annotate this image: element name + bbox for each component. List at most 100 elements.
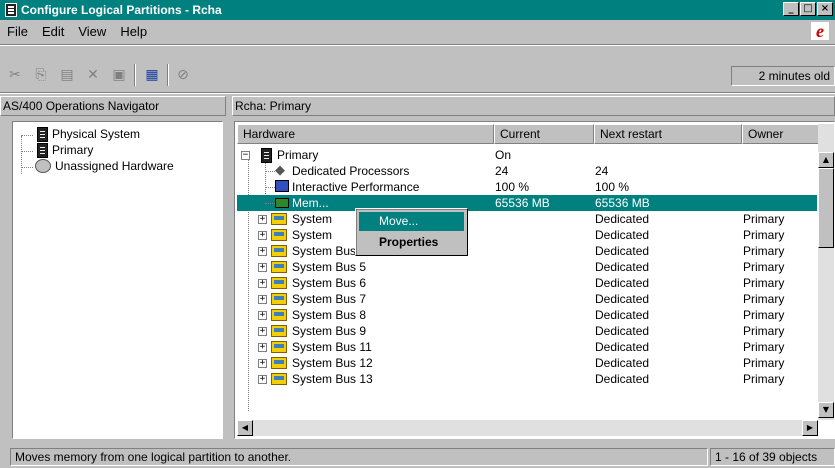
menu-item-properties[interactable]: Properties (359, 233, 464, 252)
server-icon (261, 148, 272, 163)
next-restart-value: Dedicated (595, 292, 650, 306)
column-header-current[interactable]: Current (494, 124, 594, 144)
properties-icon[interactable]: ▣ (108, 64, 130, 86)
owner-value: Primary (743, 372, 785, 386)
expand-icon[interactable]: + (258, 311, 267, 320)
expand-icon[interactable]: + (258, 215, 267, 224)
next-restart-value: Dedicated (595, 356, 650, 370)
bus-icon (271, 261, 287, 273)
table-row[interactable]: + System Bus 6 Dedicated Primary (237, 275, 817, 291)
toolbar: ✂ ⎘ ▤ ✕ ▣ ▦ ⊘ (0, 58, 835, 92)
copy-icon[interactable]: ⎘ (30, 64, 52, 86)
hardware-name: System Bus 11 (292, 340, 372, 354)
tree-item-physical-system[interactable]: Physical System (35, 126, 140, 142)
delete-icon[interactable]: ✕ (82, 64, 104, 86)
table-row[interactable]: + System Bus 5 Dedicated Primary (237, 259, 817, 275)
expand-icon[interactable]: + (258, 327, 267, 336)
toolbar-separator-line (0, 92, 835, 94)
current-value: 100 % (495, 180, 530, 194)
expand-icon[interactable]: + (258, 279, 267, 288)
hardware-name: Primary (277, 148, 319, 162)
table-row[interactable]: + System Bus 4 Dedicated Primary (237, 243, 817, 259)
window-title: Configure Logical Partitions - Rcha (21, 3, 222, 17)
next-restart-value: 65536 MB (595, 196, 650, 210)
hardware-name: System (292, 228, 333, 242)
cut-icon[interactable]: ✂ (4, 64, 26, 86)
table-row[interactable]: + System Dedicated Primary (237, 211, 817, 227)
stop-icon[interactable]: ⊘ (172, 64, 194, 86)
server-icon (37, 126, 48, 142)
column-header-owner[interactable]: Owner (742, 124, 822, 144)
expand-icon[interactable]: + (258, 295, 267, 304)
hardware-name: Mem... (292, 196, 329, 210)
bus-icon (271, 277, 287, 289)
tree-item-unassigned-hardware[interactable]: Unassigned Hardware (35, 158, 174, 174)
owner-value: Primary (743, 340, 785, 354)
scroll-up-icon[interactable]: ▲ (818, 152, 834, 168)
next-restart-value: Dedicated (595, 260, 650, 274)
memory-icon (275, 198, 289, 208)
title-bar[interactable]: Configure Logical Partitions - Rcha _ □ … (0, 0, 835, 20)
bus-icon (271, 293, 287, 305)
menu-file[interactable]: File (0, 24, 35, 39)
table-row[interactable]: + System Bus 7 Dedicated Primary (237, 291, 817, 307)
column-header-next-restart[interactable]: Next restart (594, 124, 742, 144)
table-row[interactable]: − Primary On (237, 147, 817, 163)
hardware-name: System Bus 12 (292, 356, 373, 370)
scroll-thumb[interactable] (818, 168, 834, 248)
owner-value: Primary (743, 276, 785, 290)
owner-value: Primary (743, 324, 785, 338)
table-row[interactable]: + System Dedicated Primary (237, 227, 817, 243)
table-row[interactable]: + System Bus 8 Dedicated Primary (237, 307, 817, 323)
expand-icon[interactable]: + (258, 359, 267, 368)
hardware-name: System Bus 13 (292, 372, 373, 386)
menu-help[interactable]: Help (113, 24, 154, 39)
close-button[interactable]: × (817, 2, 833, 16)
expand-icon[interactable]: + (258, 263, 267, 272)
hardware-name: Interactive Performance (292, 180, 420, 194)
menu-separator (0, 44, 835, 46)
scroll-left-icon[interactable]: ◀ (237, 420, 253, 436)
tree-item-label: Primary (52, 143, 94, 157)
minimize-button[interactable]: _ (783, 2, 799, 16)
bus-icon (271, 309, 287, 321)
bus-icon (271, 229, 287, 241)
table-row[interactable]: + System Bus 11 Dedicated Primary (237, 339, 817, 355)
toolbar-separator (134, 64, 136, 86)
next-restart-value: Dedicated (595, 372, 650, 386)
tree-item-primary[interactable]: Primary (35, 142, 93, 158)
menu-edit[interactable]: Edit (35, 24, 71, 39)
view-icon[interactable]: ▦ (141, 64, 163, 86)
next-restart-value: Dedicated (595, 324, 650, 338)
scroll-right-icon[interactable]: ▶ (802, 420, 818, 436)
column-header-hardware[interactable]: Hardware (237, 124, 494, 144)
menu-view[interactable]: View (71, 24, 113, 39)
expand-icon[interactable]: + (258, 247, 267, 256)
horizontal-scrollbar[interactable]: ◀ ▶ (237, 420, 818, 436)
object-count: 1 - 16 of 39 objects (710, 448, 835, 466)
expand-icon[interactable]: + (258, 343, 267, 352)
scroll-down-icon[interactable]: ▼ (818, 402, 834, 418)
maximize-button[interactable]: □ (800, 2, 816, 16)
owner-value: Primary (743, 228, 785, 242)
menu-item-move[interactable]: Move... (359, 212, 464, 231)
table-row[interactable]: + System Bus 12 Dedicated Primary (237, 355, 817, 371)
table-row[interactable]: + System Bus 13 Dedicated Primary (237, 371, 817, 387)
paste-icon[interactable]: ▤ (56, 64, 78, 86)
table-row[interactable]: ◆ Dedicated Processors 24 24 (237, 163, 817, 179)
vertical-scrollbar[interactable]: ▲ ▼ (818, 124, 834, 420)
table-row-selected[interactable]: Mem... 65536 MB 65536 MB (237, 195, 817, 211)
hardware-name: System Bus 5 (292, 260, 367, 274)
collapse-icon[interactable]: − (241, 151, 250, 160)
table-row[interactable]: + System Bus 9 Dedicated Primary (237, 323, 817, 339)
expand-icon[interactable]: + (258, 231, 267, 240)
current-value: 24 (495, 164, 509, 178)
owner-value: Primary (743, 260, 785, 274)
table-row[interactable]: Interactive Performance 100 % 100 % (237, 179, 817, 195)
hardware-name: System Bus 7 (292, 292, 367, 306)
current-value: On (495, 148, 512, 162)
tree-item-label: Unassigned Hardware (55, 159, 174, 173)
owner-value: Primary (743, 244, 785, 258)
expand-icon[interactable]: + (258, 375, 267, 384)
navigator-pane-title: AS/400 Operations Navigator (0, 96, 226, 116)
